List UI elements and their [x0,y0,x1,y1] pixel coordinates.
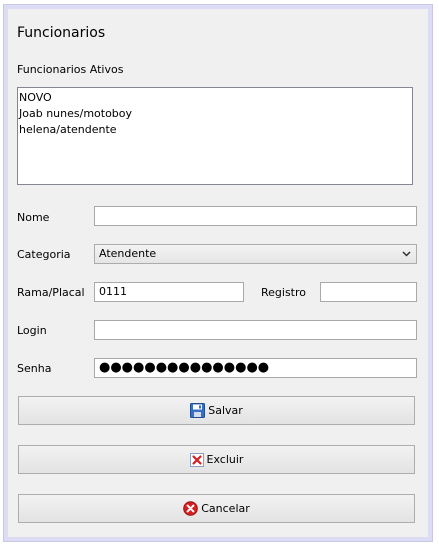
delete-button[interactable]: Excluir [18,445,415,474]
form-panel: Funcionarios Funcionarios Ativos NOVO Jo… [8,9,428,537]
list-item[interactable]: helena/atendente [19,122,411,138]
nome-field[interactable] [94,206,417,226]
categoria-label: Categoria [17,248,71,261]
save-button[interactable]: Salvar [18,396,415,425]
rama-label: Rama/Placal [17,286,85,299]
save-button-label: Salvar [208,404,243,417]
login-field[interactable] [94,320,417,340]
employees-listbox[interactable]: NOVO Joab nunes/motoboy helena/atendente [17,87,413,185]
registro-field[interactable] [320,282,417,302]
password-field[interactable]: ●●●●●●●●●●●●●●● [94,358,417,378]
page-title: Funcionarios [17,25,106,41]
list-item[interactable]: NOVO [19,90,411,106]
registro-label: Registro [261,286,307,299]
cancel-button-label: Cancelar [201,502,250,515]
senha-label: Senha [17,362,52,375]
rama-field[interactable]: 0111 [94,282,244,302]
categoria-selected-value: Atendente [99,247,157,260]
login-label: Login [17,324,47,337]
categoria-select[interactable]: Atendente [94,244,417,264]
cancel-button[interactable]: Cancelar [18,494,415,523]
delete-button-label: Excluir [206,453,244,466]
list-item[interactable]: Joab nunes/motoboy [19,106,411,122]
delete-icon [189,452,204,467]
cancel-icon [183,501,199,516]
nome-label: Nome [17,211,50,224]
list-label: Funcionarios Ativos [17,63,124,76]
window-frame: Funcionarios Funcionarios Ativos NOVO Jo… [3,4,433,542]
save-icon [190,403,206,418]
chevron-down-icon [400,245,412,263]
